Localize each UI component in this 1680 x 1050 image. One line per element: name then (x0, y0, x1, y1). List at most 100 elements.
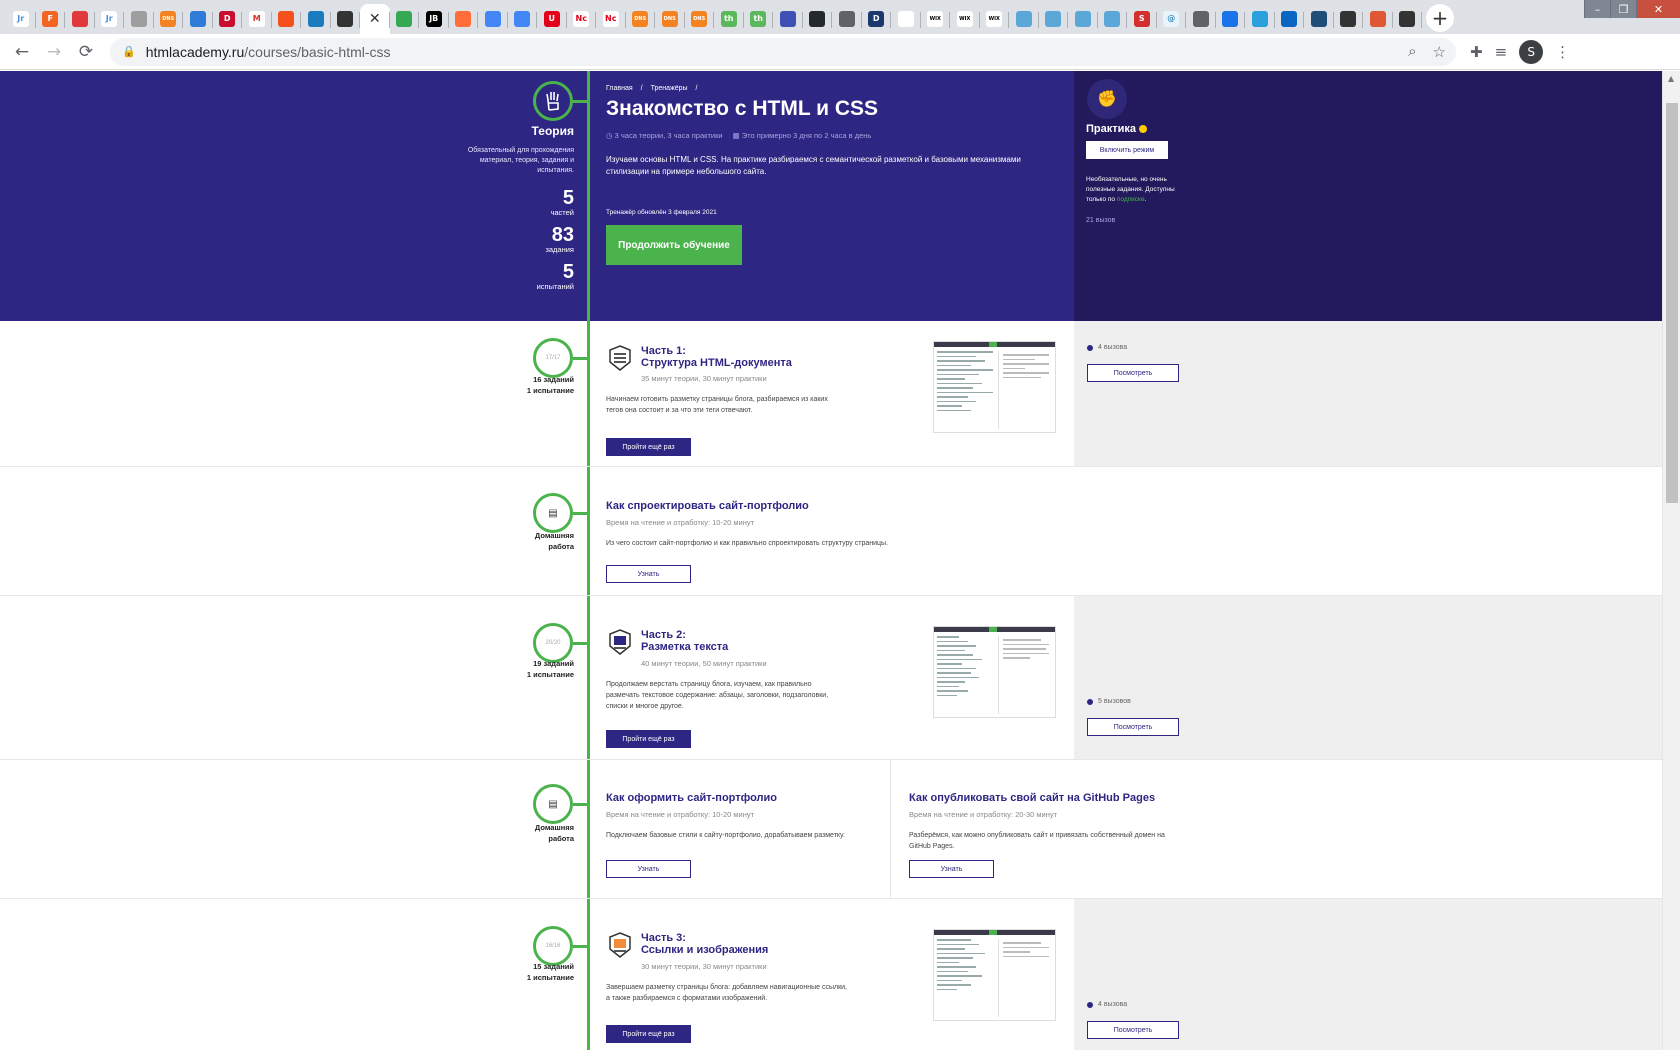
browser-tab[interactable]: DNS (154, 4, 183, 34)
scrollbar-thumb[interactable] (1666, 103, 1678, 503)
scroll-up-icon[interactable]: ▲ (1668, 74, 1674, 83)
media-control-icon[interactable]: ≡ (1495, 43, 1508, 61)
browser-tab[interactable]: th (744, 4, 773, 34)
breadcrumb-trainers[interactable]: Тренажёры (651, 85, 688, 92)
maximize-button[interactable]: ❐ (1610, 0, 1636, 18)
browser-tab[interactable]: DNS (655, 4, 685, 34)
view-challenges-button[interactable]: Посмотреть (1087, 1021, 1179, 1039)
browser-tab[interactable]: WIX (950, 4, 980, 34)
browser-tab[interactable]: Jr (6, 4, 36, 34)
learn-button[interactable]: Узнать (909, 860, 994, 878)
chapter-title[interactable]: Часть 1: Структура HTML-документа (641, 345, 792, 369)
wix-icon: WIX (986, 11, 1003, 27)
browser-tab[interactable] (449, 4, 478, 34)
browser-tab[interactable] (65, 4, 95, 34)
chapter-title[interactable]: Часть 3: Ссылки и изображения (641, 932, 768, 956)
chapter-title[interactable]: Часть 2: Разметка текста (641, 629, 728, 653)
view-challenges-button[interactable]: Посмотреть (1087, 364, 1179, 382)
extensions-icon[interactable]: ✚ (1470, 43, 1483, 61)
profile-avatar[interactable]: S (1519, 39, 1544, 64)
browser-tab[interactable] (301, 4, 331, 34)
learn-button[interactable]: Узнать (606, 860, 691, 878)
browser-tab[interactable]: DNS (685, 4, 714, 34)
subscription-link[interactable]: подписке (1117, 196, 1145, 203)
bookmark-star-icon[interactable]: ☆ (1433, 43, 1446, 61)
new-tab-button[interactable]: + (1426, 4, 1454, 32)
browser-tab[interactable] (1393, 4, 1422, 34)
reload-button[interactable]: ⟳ (70, 36, 102, 68)
minimize-button[interactable]: – (1584, 0, 1610, 18)
browser-tab[interactable]: S (1127, 4, 1157, 34)
browser-tab[interactable]: D (862, 4, 891, 34)
browser-tab[interactable] (331, 4, 360, 34)
enable-mode-button[interactable]: Включить режим (1086, 141, 1168, 159)
page-scrollbar[interactable]: ▲ (1662, 71, 1680, 1050)
browser-tab[interactable] (832, 4, 862, 34)
browser-tab[interactable] (1039, 4, 1068, 34)
browser-tab[interactable]: DNS (626, 4, 655, 34)
close-window-button[interactable]: ✕ (1636, 0, 1680, 18)
browser-tab[interactable] (1245, 4, 1275, 34)
browser-tab[interactable]: M (242, 4, 272, 34)
address-bar[interactable]: 🔒 htmlacademy.ru/courses/basic-html-css … (110, 37, 1456, 66)
bars-icon (278, 11, 295, 27)
tests-count: 1 испытание (526, 973, 574, 982)
browser-tab[interactable] (773, 4, 803, 34)
browser-tab[interactable] (508, 4, 537, 34)
repeat-button[interactable]: Пройти ещё раз (606, 730, 691, 748)
zoom-icon[interactable]: ⌕ (1408, 43, 1416, 61)
homework-title[interactable]: Как оформить сайт-портфолио (606, 792, 777, 804)
browser-tab[interactable]: Nc (596, 4, 626, 34)
browser-tab[interactable] (478, 4, 508, 34)
chapter-description: Начинаем готовить разметку страницы блог… (606, 396, 828, 414)
browser-tab[interactable]: th (714, 4, 744, 34)
browser-tab[interactable]: Jr (95, 4, 124, 34)
browser-tab[interactable] (124, 4, 154, 34)
browser-tab[interactable] (1304, 4, 1334, 34)
view-challenges-button[interactable]: Посмотреть (1087, 718, 1179, 736)
challenges-count: 5 вызовов (1087, 698, 1131, 705)
browser-tab[interactable]: JB (419, 4, 449, 34)
homework-title[interactable]: Как опубликовать свой сайт на GitHub Pag… (909, 792, 1155, 804)
repeat-button[interactable]: Пройти ещё раз (606, 1025, 691, 1043)
chapter-screenshot[interactable] (933, 626, 1056, 718)
homework-title[interactable]: Как спроектировать сайт-портфолио (606, 500, 809, 512)
back-button[interactable]: ← (6, 36, 38, 68)
browser-tab[interactable]: F (36, 4, 65, 34)
menu-icon[interactable]: ⋮ (1555, 43, 1570, 61)
browser-tab[interactable] (1216, 4, 1245, 34)
chapter-screenshot[interactable] (933, 341, 1056, 433)
browser-tab[interactable] (1098, 4, 1127, 34)
browser-tab[interactable] (390, 4, 419, 34)
browser-tab[interactable]: WIX (980, 4, 1009, 34)
repeat-button[interactable]: Пройти ещё раз (606, 438, 691, 456)
browser-tab[interactable]: WIX (921, 4, 950, 34)
browser-tab[interactable] (1275, 4, 1304, 34)
browser-tab[interactable]: D (213, 4, 242, 34)
browser-tab[interactable] (183, 4, 213, 34)
browser-tab[interactable]: @ (1157, 4, 1186, 34)
challenges-text: 4 вызова (1098, 1001, 1128, 1008)
breadcrumb-home[interactable]: Главная (606, 85, 633, 92)
browser-tab[interactable]: ✕ (360, 4, 390, 34)
browser-tab[interactable] (1068, 4, 1098, 34)
homework-meta: Время на чтение и отработку: 10-20 минут (606, 518, 755, 527)
browser-tab[interactable] (1334, 4, 1363, 34)
browser-tab[interactable] (272, 4, 301, 34)
meta-time: 3 часа теории, 3 часа практики (614, 131, 723, 140)
browser-tab[interactable] (1363, 4, 1393, 34)
browser-tab[interactable]: Nc (567, 4, 596, 34)
learn-button[interactable]: Узнать (606, 565, 691, 583)
forward-button[interactable]: → (38, 36, 70, 68)
homework-description: Разберёмся, как можно опубликовать сайт … (909, 832, 1165, 850)
browser-tab[interactable] (1009, 4, 1039, 34)
browser-tab[interactable] (803, 4, 832, 34)
chapter-screenshot[interactable] (933, 929, 1056, 1021)
theory-label: Теория (531, 124, 574, 138)
continue-learning-button[interactable]: Продолжить обучение (606, 225, 742, 265)
d-icon: D (219, 11, 236, 27)
coin-icon (1139, 125, 1148, 133)
browser-tab[interactable] (891, 4, 921, 34)
browser-tab[interactable]: U (537, 4, 567, 34)
browser-tab[interactable] (1186, 4, 1216, 34)
